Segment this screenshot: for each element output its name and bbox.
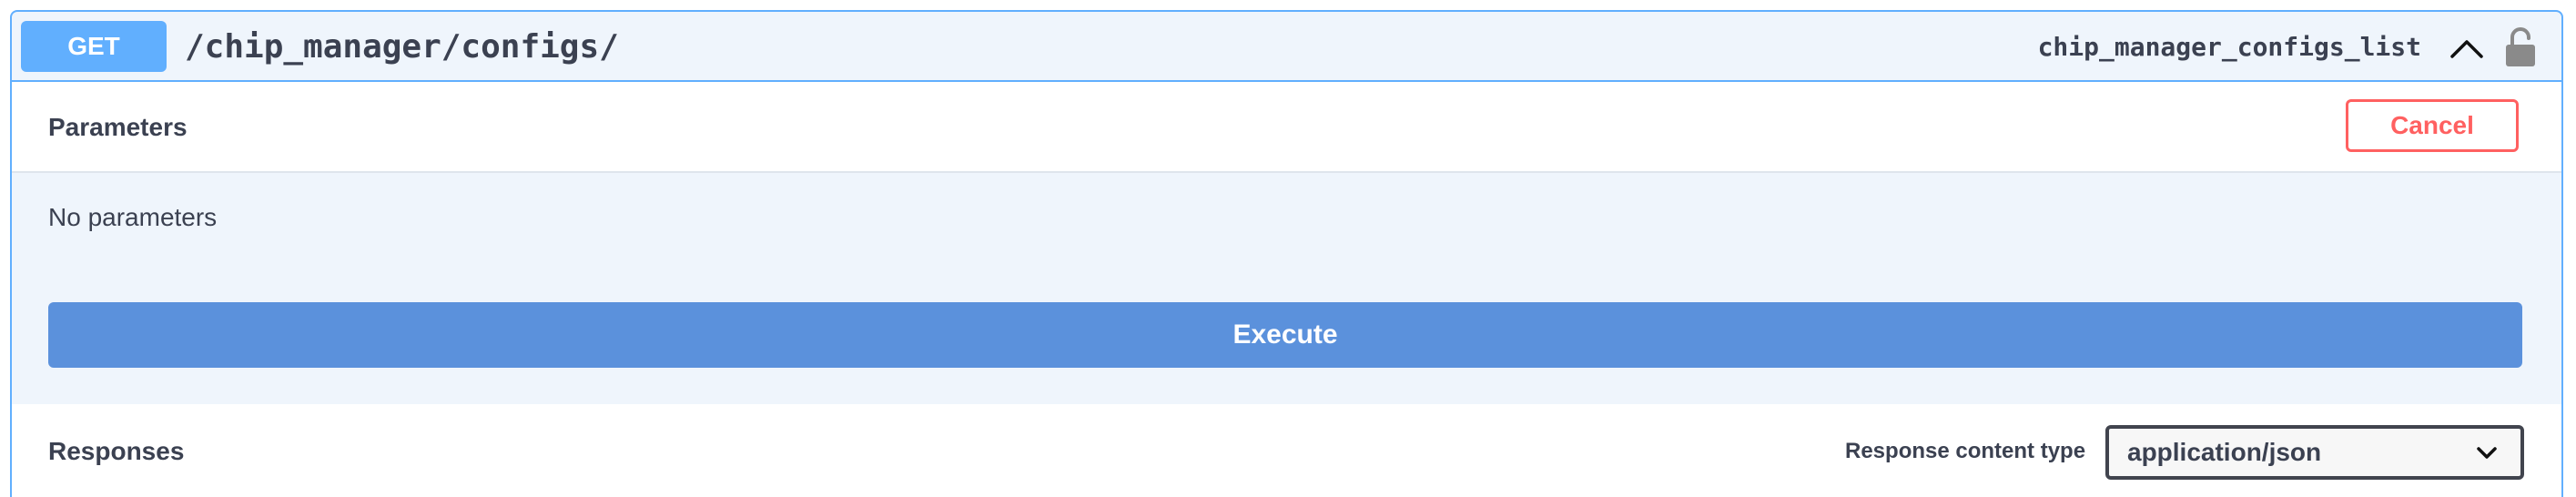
endpoint-path[interactable]: /chip_manager/configs/	[185, 12, 619, 82]
parameters-title: Parameters	[48, 113, 188, 141]
operation-block: GET /chip_manager/configs/ chip_manager_…	[10, 10, 2563, 497]
operation-id: chip_manager_configs_list	[2037, 32, 2421, 62]
responses-header: Responses Response content type applicat…	[12, 404, 2561, 497]
http-method-badge: GET	[21, 21, 167, 72]
selected-content-type: application/json	[2127, 438, 2322, 466]
response-content-type-select[interactable]: application/json	[2105, 425, 2524, 480]
no-parameters-text: No parameters	[48, 203, 218, 231]
cancel-button[interactable]: Cancel	[2346, 99, 2519, 152]
execute-button[interactable]: Execute	[48, 302, 2522, 368]
parameters-header: Parameters Cancel	[12, 82, 2561, 173]
chevron-up-icon[interactable]	[2449, 35, 2485, 62]
unlocked-padlock-icon[interactable]	[2504, 26, 2537, 68]
chevron-down-icon	[2477, 447, 2497, 459]
response-content-type-label: Response content type	[1845, 439, 2086, 463]
operation-summary[interactable]: GET /chip_manager/configs/ chip_manager_…	[12, 12, 2561, 82]
responses-title: Responses	[48, 437, 185, 465]
